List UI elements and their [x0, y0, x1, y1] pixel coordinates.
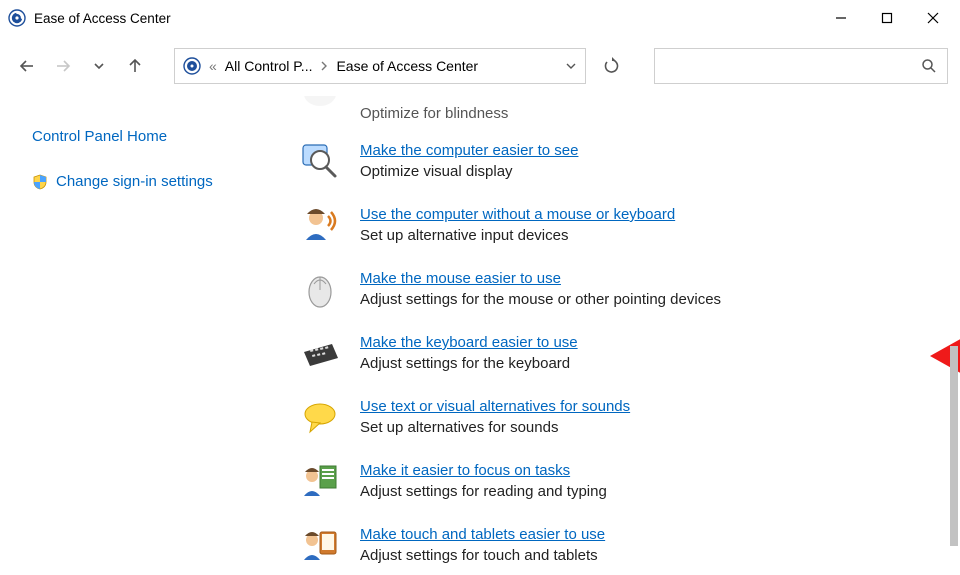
- option-desc: Optimize for blindness: [360, 105, 508, 122]
- toolbar: « All Control P... Ease of Access Center: [0, 36, 960, 96]
- option-item: Make the computer easier to see Optimize…: [300, 142, 960, 182]
- minimize-button[interactable]: [818, 2, 864, 34]
- blindness-icon: [300, 96, 340, 122]
- option-desc: Adjust settings for reading and typing: [360, 483, 607, 500]
- option-desc: Adjust settings for touch and tablets: [360, 547, 598, 564]
- address-dropdown-icon[interactable]: [565, 60, 577, 72]
- refresh-button[interactable]: [594, 48, 630, 84]
- back-button[interactable]: [12, 51, 42, 81]
- app-icon: [8, 9, 26, 27]
- speech-bubble-icon: [300, 398, 340, 438]
- main-content: Optimize for blindness Make the computer…: [290, 96, 960, 575]
- option-link-nomouse[interactable]: Use the computer without a mouse or keyb…: [360, 206, 675, 223]
- nav-control-panel-home[interactable]: Control Panel Home: [32, 128, 278, 145]
- mouse-icon: [300, 270, 340, 310]
- option-desc: Optimize visual display: [360, 163, 513, 180]
- forward-button[interactable]: [48, 51, 78, 81]
- window-title: Ease of Access Center: [34, 11, 171, 26]
- left-nav: Control Panel Home Change sign-in settin…: [0, 96, 290, 575]
- option-item: Make the mouse easier to use Adjust sett…: [300, 270, 960, 310]
- search-input[interactable]: [665, 57, 921, 75]
- breadcrumb-level1[interactable]: All Control P...: [225, 58, 313, 74]
- options-list: Optimize for blindness Make the computer…: [290, 96, 960, 566]
- close-button[interactable]: [910, 2, 956, 34]
- maximize-button[interactable]: [864, 2, 910, 34]
- search-box[interactable]: [654, 48, 948, 84]
- vertical-scrollbar[interactable]: [948, 96, 960, 575]
- search-icon[interactable]: [921, 58, 937, 74]
- option-link-touch[interactable]: Make touch and tablets easier to use: [360, 526, 605, 543]
- option-desc: Set up alternatives for sounds: [360, 419, 558, 436]
- focus-person-icon: [300, 462, 340, 502]
- speaking-person-icon: [300, 206, 340, 246]
- tablet-person-icon: [300, 526, 340, 566]
- option-item: Use the computer without a mouse or keyb…: [300, 206, 960, 246]
- keyboard-icon: [300, 334, 340, 374]
- address-bar[interactable]: « All Control P... Ease of Access Center: [174, 48, 586, 84]
- option-desc: Adjust settings for the keyboard: [360, 355, 570, 372]
- titlebar: Ease of Access Center: [0, 0, 960, 36]
- shield-icon: [32, 174, 48, 190]
- scrollbar-thumb[interactable]: [950, 346, 958, 546]
- nav-item-label: Change sign-in settings: [56, 173, 213, 190]
- magnifier-icon: [300, 142, 340, 182]
- option-desc: Set up alternative input devices: [360, 227, 568, 244]
- nav-change-sign-in-settings[interactable]: Change sign-in settings: [32, 173, 278, 190]
- option-item: Use text or visual alternatives for soun…: [300, 398, 960, 438]
- option-desc: Adjust settings for the mouse or other p…: [360, 291, 721, 308]
- option-link-focus[interactable]: Make it easier to focus on tasks: [360, 462, 607, 479]
- option-item: Make the keyboard easier to use Adjust s…: [300, 334, 960, 374]
- option-link-sounds[interactable]: Use text or visual alternatives for soun…: [360, 398, 630, 415]
- breadcrumb-root[interactable]: «: [209, 58, 217, 74]
- option-link-mouse[interactable]: Make the mouse easier to use: [360, 270, 721, 287]
- option-item: Optimize for blindness: [300, 96, 960, 122]
- option-link-keyboard[interactable]: Make the keyboard easier to use: [360, 334, 578, 351]
- client-area: Control Panel Home Change sign-in settin…: [0, 96, 960, 575]
- option-item: Make touch and tablets easier to use Adj…: [300, 526, 960, 566]
- window-controls: [818, 2, 956, 34]
- option-item: Make it easier to focus on tasks Adjust …: [300, 462, 960, 502]
- address-app-icon: [183, 57, 201, 75]
- up-button[interactable]: [120, 51, 150, 81]
- option-link-see[interactable]: Make the computer easier to see: [360, 142, 578, 159]
- breadcrumb-sep-icon: [320, 60, 328, 72]
- nav-item-label: Control Panel Home: [32, 128, 167, 145]
- breadcrumb-level2[interactable]: Ease of Access Center: [336, 58, 478, 74]
- recent-locations-button[interactable]: [84, 51, 114, 81]
